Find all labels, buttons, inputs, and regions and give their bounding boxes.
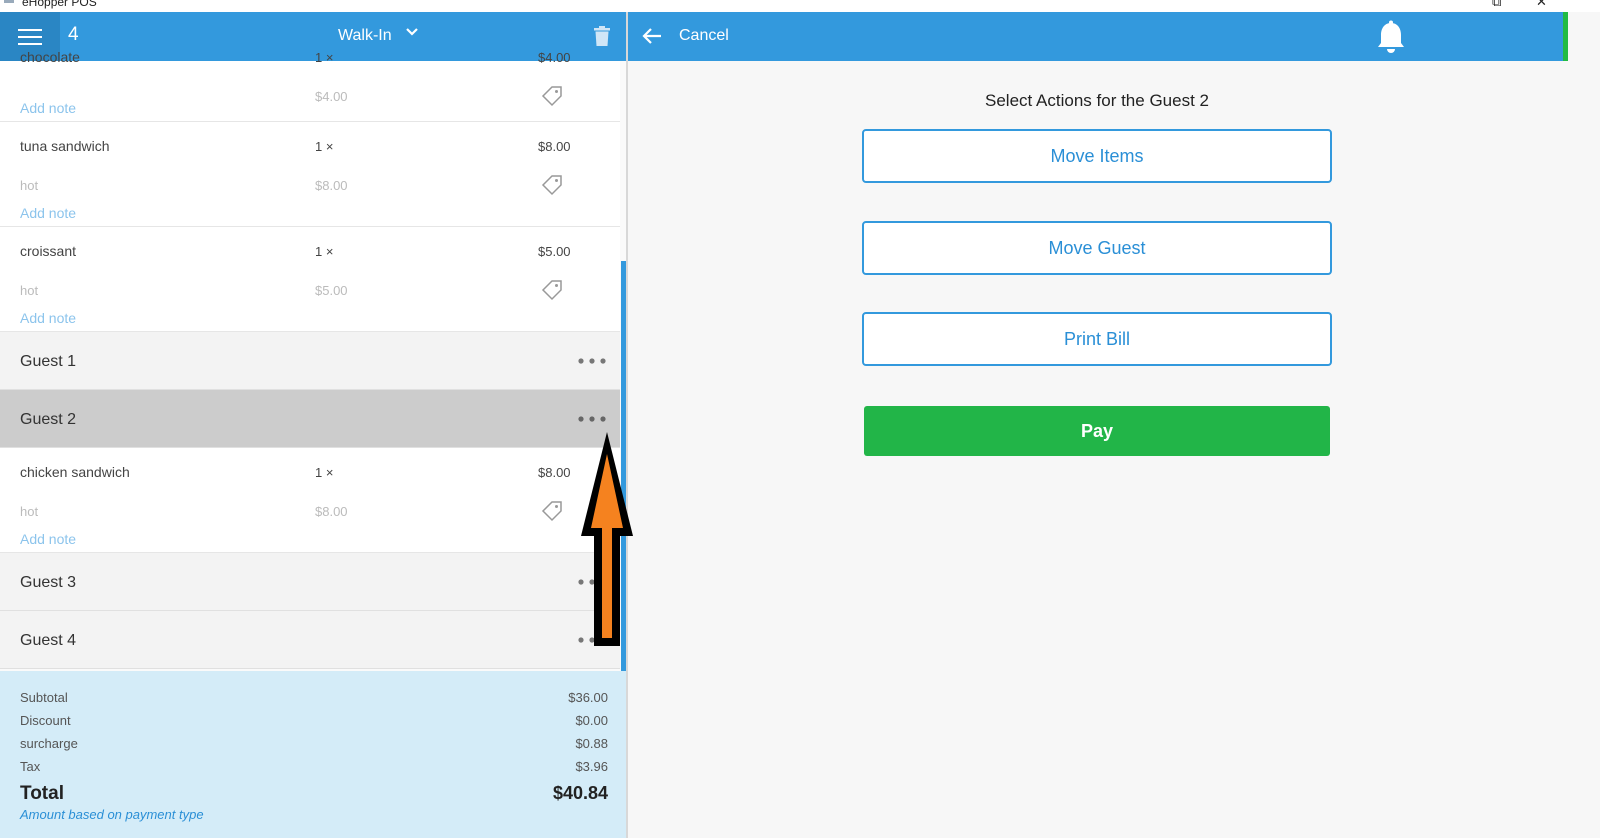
item-name: croissant [20, 243, 77, 259]
menu-icon-bar [18, 43, 42, 45]
add-note-link[interactable]: Add note [20, 205, 76, 221]
subtotal-label: Subtotal [20, 690, 68, 705]
item-price: $4.00 [538, 50, 571, 65]
surcharge-value: $0.88 [575, 736, 608, 751]
bell-icon[interactable] [1375, 20, 1407, 54]
item-name: chocolate [20, 49, 80, 65]
total-row: Total $40.84 [20, 783, 608, 805]
guest-row-2[interactable]: Guest 2 [0, 390, 620, 448]
order-header: 4 Walk-In [0, 12, 626, 61]
order-type-selector[interactable]: Walk-In [338, 27, 392, 45]
order-item-list: chocolate 1 × $4.00 $4.00 Add note tuna … [0, 49, 620, 669]
trash-icon[interactable] [594, 26, 610, 46]
item-modifier: hot [20, 504, 39, 519]
order-item-row[interactable]: tuna sandwich 1 × $8.00 hot $8.00 Add no… [0, 122, 620, 227]
item-unit-price: $8.00 [315, 178, 348, 193]
subtotal-value: $36.00 [568, 690, 608, 705]
item-quantity: 1 × [315, 465, 334, 480]
tax-value: $3.96 [575, 759, 608, 774]
annotation-arrow-icon [581, 432, 633, 646]
tag-icon[interactable] [541, 85, 563, 107]
more-dots-icon[interactable] [578, 358, 606, 364]
guest-row-1[interactable]: Guest 1 [0, 332, 620, 390]
item-name: tuna sandwich [20, 138, 110, 154]
pos-app: eHopper POS ⧉ ✕ 4 Walk-In chocolate 1 × … [0, 0, 1600, 838]
cancel-button[interactable]: Cancel [679, 27, 729, 45]
window-close-button[interactable]: ✕ [1536, 0, 1547, 10]
item-name: chicken sandwich [20, 464, 130, 480]
subtotal-row: Subtotal $36.00 [20, 690, 608, 705]
more-dots-icon[interactable] [578, 416, 606, 422]
order-number: 4 [68, 24, 79, 45]
add-note-link[interactable]: Add note [20, 531, 76, 547]
actions-header: Cancel [628, 12, 1563, 61]
order-item-row[interactable]: chocolate 1 × $4.00 $4.00 Add note [0, 49, 620, 122]
item-price: $8.00 [538, 139, 571, 154]
chevron-down-icon[interactable] [405, 25, 419, 39]
total-label: Total [20, 783, 64, 804]
print-bill-button[interactable]: Print Bill [862, 312, 1332, 366]
item-price: $5.00 [538, 244, 571, 259]
window-restore-button[interactable]: ⧉ [1492, 0, 1501, 10]
order-panel: 4 Walk-In chocolate 1 × $4.00 $4.00 Add … [0, 12, 628, 838]
menu-icon [18, 29, 42, 31]
item-price: $8.00 [538, 465, 571, 480]
actions-title: Select Actions for the Guest 2 [985, 91, 1209, 110]
guest-label: Guest 2 [20, 411, 77, 428]
total-value: $40.84 [552, 783, 608, 803]
guest-row-4[interactable]: Guest 4 [0, 611, 620, 669]
move-guest-button[interactable]: Move Guest [862, 221, 1332, 275]
tag-icon[interactable] [541, 500, 563, 522]
discount-label: Discount [20, 713, 71, 728]
tax-label: Tax [20, 759, 41, 774]
item-quantity: 1 × [315, 50, 334, 65]
app-window-icon [4, 0, 14, 3]
back-arrow-icon[interactable] [642, 27, 662, 45]
add-note-link[interactable]: Add note [20, 100, 76, 116]
discount-row: Discount $0.00 [20, 713, 608, 728]
surcharge-label: surcharge [20, 736, 78, 751]
order-totals: Subtotal $36.00 Discount $0.00 surcharge… [0, 671, 626, 838]
item-unit-price: $4.00 [315, 89, 348, 104]
guest-label: Guest 3 [20, 574, 77, 591]
item-modifier: hot [20, 178, 39, 193]
pay-button[interactable]: Pay [864, 406, 1330, 456]
tag-icon[interactable] [541, 174, 563, 196]
tax-row: Tax $3.96 [20, 759, 608, 774]
status-edge-indicator [1563, 12, 1568, 61]
item-unit-price: $8.00 [315, 504, 348, 519]
item-modifier: hot [20, 283, 39, 298]
discount-value: $0.00 [575, 713, 608, 728]
window-app-name: eHopper POS [22, 0, 97, 9]
order-item-row[interactable]: croissant 1 × $5.00 hot $5.00 Add note [0, 227, 620, 332]
item-quantity: 1 × [315, 244, 334, 259]
menu-icon-bar [18, 36, 42, 38]
guest-label: Guest 1 [20, 353, 77, 370]
order-item-row[interactable]: chicken sandwich 1 × $8.00 hot $8.00 Add… [0, 448, 620, 553]
move-items-button[interactable]: Move Items [862, 129, 1332, 183]
guest-label: Guest 4 [20, 632, 77, 649]
guest-row-3[interactable]: Guest 3 [0, 553, 620, 611]
item-unit-price: $5.00 [315, 283, 348, 298]
tag-icon[interactable] [541, 279, 563, 301]
window-titlebar: eHopper POS ⧉ ✕ [0, 0, 1600, 12]
add-note-link[interactable]: Add note [20, 310, 76, 326]
item-quantity: 1 × [315, 139, 334, 154]
total-note: Amount based on payment type [20, 807, 204, 822]
surcharge-row: surcharge $0.88 [20, 736, 608, 751]
